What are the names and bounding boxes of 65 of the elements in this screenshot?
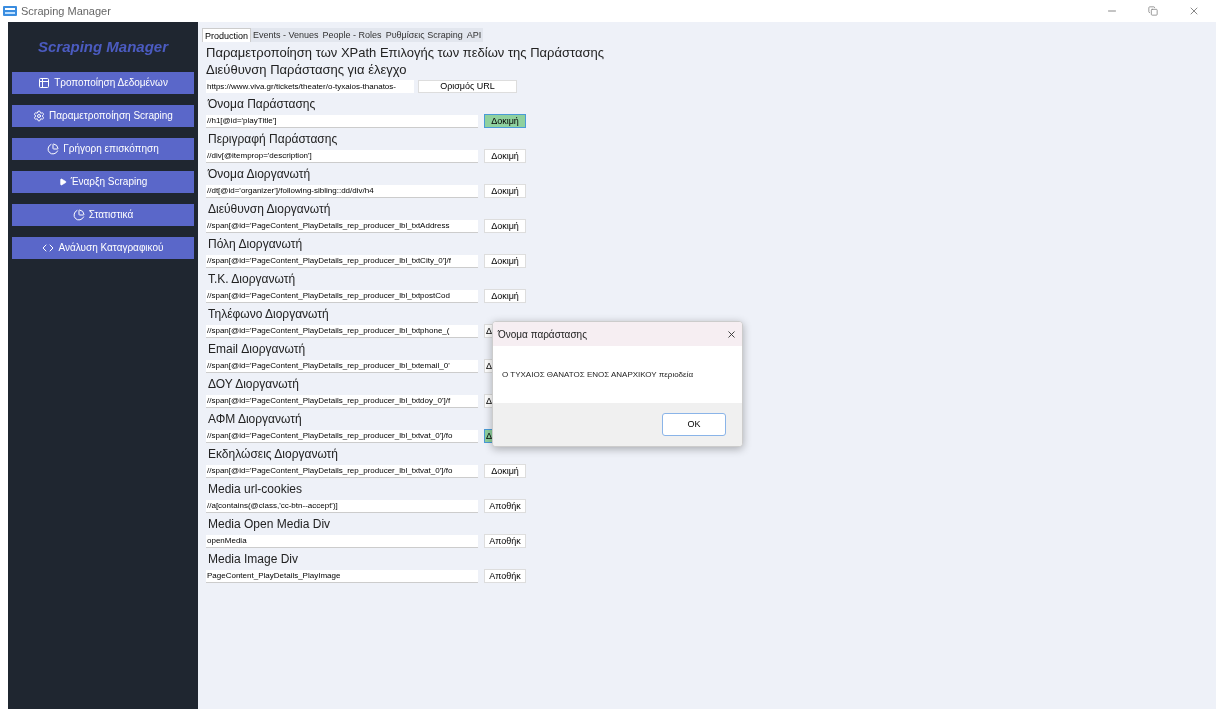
field-label: Πόλη Διοργανωτή [207,237,303,252]
field-label: Email Διοργανωτή [207,342,306,357]
test-button[interactable]: Δοκιμή [484,289,526,303]
pie-chart-icon [72,208,85,221]
test-button[interactable]: Δοκιμή [484,464,526,478]
page-heading: Παραμετροποίηση των XPath Επιλογής των πεδίων της Παράστασης [206,44,604,61]
field-label: ΑΦΜ Διοργανωτή [207,412,302,427]
field-label: ΔΟΥ Διοργανωτή [207,377,299,392]
xpath-field[interactable]: //span[@id='PageContent_PlayDetails_rep_producer_lbl_txtpostCod [206,289,478,303]
xpath-field[interactable]: //h1[@id='playTitle'] [206,114,478,128]
table-icon [38,76,51,89]
gear-icon [33,109,46,122]
dialog-title: Όνομα παράστασης [498,327,587,342]
xpath-field[interactable]: //span[@id='PageContent_PlayDetails_rep_producer_lbl_txtvat_0']/fo [206,429,478,443]
xpath-field[interactable]: //span[@id='PageContent_PlayDetails_rep_producer_lbl_txtAddress [206,219,478,233]
xpath-field[interactable]: //span[@id='PageContent_PlayDetails_rep_producer_lbl_txtCity_0']/f [206,254,478,268]
tab[interactable]: Events - Venues [251,28,321,42]
xpath-field[interactable]: //span[@id='PageContent_PlayDetails_rep_producer_lbl_txtemail_0' [206,359,478,373]
test-button[interactable]: Δοκιμή [484,219,526,233]
field-label: Media Image Div [207,552,299,567]
field-label: Περιγραφή Παράστασης [207,132,338,147]
xpath-field[interactable]: PageContent_PlayDetails_PlayImage [206,569,478,583]
tab[interactable]: Production [202,28,252,42]
sidebar-button[interactable]: Τροποποίηση Δεδομένων [12,71,194,94]
tab[interactable]: Ρυθμίσεις Scraping [383,28,465,42]
field-label: Media url-cookies [207,482,303,497]
sidebar-button[interactable]: Παραμετροποίηση Scraping [12,104,194,127]
ok-button[interactable]: OK [662,413,726,436]
test-button[interactable]: Αποθήκ [484,499,526,513]
field-label: Διεύθυνση Παράστασης για έλεγχο [206,61,407,78]
close-icon[interactable] [726,328,737,340]
window-title: Scraping Manager [21,3,111,19]
xpath-field[interactable]: //span[@id='PageContent_PlayDetails_rep_producer_lbl_txtdoy_0']/f [206,394,478,408]
sidebar-button[interactable]: Ανάλυση Καταγραφικού [12,236,194,259]
test-button[interactable]: Αποθήκ [484,569,526,583]
xpath-field[interactable]: //a[contains(@class,'cc-btn--accept')] [206,499,478,513]
test-button[interactable]: Δοκιμή [484,184,526,198]
play-icon [58,177,67,186]
sidebar-button[interactable]: Στατιστικά [12,203,194,226]
field-label: Όνομα Διοργανωτή [206,167,311,182]
xpath-field[interactable]: openMedia [206,534,478,548]
xpath-field[interactable]: //dt[@id='organizer']/following-sibling::dd/div/h4 [206,184,478,198]
restore-icon[interactable] [1148,6,1158,16]
dialog-message: Ο ΤΥΧΑΙΟΣ ΘΑΝΑΤΟΣ ΕΝΟΣ ΑΝΑΡΧΙΚΟΥ περιοδεία [502,368,694,381]
url-field[interactable]: https://www.viva.gr/tickets/theater/o-tyxaios-thanatos- [206,80,414,93]
xpath-field[interactable]: //span[@id='PageContent_PlayDetails_rep_producer_lbl_txtphone_( [206,324,478,338]
field-label: Τηλέφωνο Διοργανωτή [207,307,329,322]
sidebar-title: Scraping Manager [37,37,168,57]
test-button[interactable]: Δοκιμή [484,254,526,268]
tab[interactable]: People - Roles [320,28,384,42]
test-button[interactable]: Δοκιμή [484,149,526,163]
field-label: Τ.Κ. Διοργανωτή [207,272,296,287]
xpath-field[interactable]: //div[@itemprop='description'] [206,149,478,163]
field-label: Διεύθυνση Διοργανωτή [207,202,331,217]
sidebar-button[interactable]: Γρήγορη επισκόπηση [12,137,194,160]
xpath-field[interactable]: //span[@id='PageContent_PlayDetails_rep_producer_lbl_txtvat_0']/fo [206,464,478,478]
field-label: Media Open Media Div [207,517,331,532]
pie-chart-icon [47,142,60,155]
sidebar-button[interactable]: Έναρξη Scraping [12,170,194,193]
test-button[interactable]: Δοκιμή [484,114,526,128]
field-label: Όνομα Παράστασης [206,97,316,112]
app-icon [3,6,17,16]
test-button[interactable]: Αποθήκ [484,534,526,548]
set-url-button[interactable]: Ορισμός URL [418,80,517,93]
field-label: Εκδηλώσεις Διοργανωτή [207,447,338,462]
